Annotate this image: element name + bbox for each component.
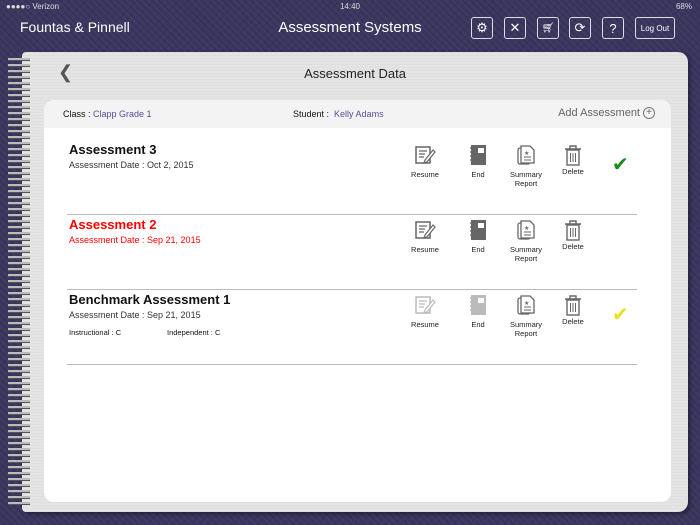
resume-button[interactable]: Resume (403, 144, 447, 179)
action-label: Resume (411, 170, 439, 179)
svg-text:★: ★ (524, 150, 529, 157)
page-title: Assessment Data (304, 66, 406, 81)
assessment-date: Assessment Date : Sep 21, 2015 (69, 310, 201, 320)
trash-icon (551, 294, 595, 316)
action-label: Delete (562, 317, 584, 326)
notebook-icon (456, 219, 500, 241)
action-label: End (471, 245, 485, 254)
cart-icon: 🛒︎ (541, 22, 555, 34)
cart-button[interactable]: 🛒︎ (537, 17, 559, 39)
action-label: End (471, 320, 485, 329)
trash-icon (551, 144, 595, 166)
report-icon: ★ (504, 294, 548, 316)
delete-button[interactable]: Delete (551, 294, 595, 329)
action-label: Summary Report (509, 170, 543, 188)
instructional-level: Instructional : C (69, 328, 122, 337)
class-label: Class : (63, 109, 91, 119)
battery: 68% (675, 2, 692, 11)
logout-button[interactable]: Log Out (635, 17, 675, 39)
trash-icon (551, 219, 595, 241)
action-label: Resume (411, 245, 439, 254)
action-label: Summary Report (509, 245, 543, 263)
info-bar: Class : Clapp Grade 1 Student : Kelly Ad… (44, 100, 671, 128)
sync-button[interactable]: ⟳ (569, 17, 591, 39)
plus-icon: + (643, 107, 655, 119)
spiral-binding (8, 58, 30, 508)
add-assessment-button[interactable]: Add Assessment + (558, 107, 655, 119)
action-label: Resume (411, 320, 439, 329)
report-icon: ★ (504, 144, 548, 166)
action-label: Delete (562, 242, 584, 251)
tools-icon: ✕ (509, 20, 521, 35)
summary-button[interactable]: ★ Summary Report (504, 219, 548, 263)
settings-button[interactable]: ⚙ (471, 17, 493, 39)
time: 14:40 (339, 2, 361, 11)
tools-button[interactable]: ✕ (504, 17, 526, 39)
end-button[interactable]: End (456, 219, 500, 254)
independent-level: Independent : C (167, 328, 221, 337)
assessment-date: Assessment Date : Oct 2, 2015 (69, 160, 194, 170)
assessment-row[interactable]: Benchmark Assessment 1 Assessment Date :… (67, 290, 637, 365)
class-value[interactable]: Clapp Grade 1 (93, 109, 152, 119)
delete-button[interactable]: Delete (551, 219, 595, 254)
brand-title: Fountas & Pinnell (20, 19, 130, 35)
help-button[interactable]: ? (602, 17, 624, 39)
assessment-date: Assessment Date : Sep 21, 2015 (69, 235, 201, 245)
assessment-title[interactable]: Assessment 2 (69, 217, 156, 232)
gear-icon: ⚙ (476, 20, 488, 35)
action-label: Delete (562, 167, 584, 176)
pencil-note-icon (403, 219, 447, 241)
status-bar: ●●●●○ Verizon 14:40 68% (0, 2, 700, 14)
summary-button[interactable]: ★ Summary Report (504, 294, 548, 338)
assessment-title[interactable]: Assessment 3 (69, 142, 156, 157)
svg-text:★: ★ (524, 225, 529, 232)
notebook-icon (456, 294, 500, 316)
pencil-note-icon (403, 294, 447, 316)
end-button[interactable]: End (456, 144, 500, 179)
student-label: Student : (293, 109, 330, 119)
help-icon: ? (609, 20, 617, 36)
delete-button[interactable]: Delete (551, 144, 595, 179)
end-button[interactable]: End (456, 294, 500, 329)
pencil-note-icon (403, 144, 447, 166)
add-assessment-label: Add Assessment (558, 107, 640, 119)
checkmark-icon: ✔ (612, 154, 629, 176)
report-icon: ★ (504, 219, 548, 241)
resume-button[interactable]: Resume (403, 219, 447, 254)
student-value[interactable]: Kelly Adams (334, 109, 384, 119)
action-label: End (471, 170, 485, 179)
resume-button[interactable]: Resume (403, 294, 447, 329)
action-label: Summary Report (509, 320, 543, 338)
notebook-icon (456, 144, 500, 166)
svg-text:★: ★ (524, 300, 529, 307)
assessment-row[interactable]: Assessment 3 Assessment Date : Oct 2, 20… (67, 140, 637, 215)
summary-button[interactable]: ★ Summary Report (504, 144, 548, 188)
assessment-row[interactable]: Assessment 2 Assessment Date : Sep 21, 2… (67, 215, 637, 290)
assessment-title[interactable]: Benchmark Assessment 1 (69, 292, 230, 307)
checkmark-icon: ✔ (612, 304, 629, 326)
sync-icon: ⟳ (574, 20, 586, 35)
